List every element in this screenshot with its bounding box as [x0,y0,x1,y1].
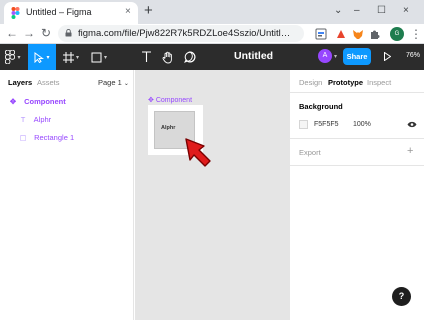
browser-tab[interactable]: Untitled – Figma × [4,2,138,24]
share-button[interactable]: Share [343,48,371,65]
divider [290,138,424,139]
browser-tab-strip: Untitled – Figma × + ⌄ – ☐ × [0,0,424,24]
close-window-icon[interactable]: × [403,4,409,18]
maximize-icon[interactable]: ☐ [377,4,386,18]
extension-red-icon[interactable] [334,27,348,41]
zoom-level[interactable]: 76% [406,52,420,59]
layer-rectangle[interactable]: ▢ Rectangle 1 [18,133,74,147]
hand-tool-button[interactable] [158,44,178,70]
browser-toolbar: ← → ↻ figma.com/file/Pjw822R7k5RDZLoe4Ss… [0,24,424,44]
frame-hash-icon [62,51,74,63]
rectangle-icon [91,52,102,62]
comment-tool-button[interactable] [180,44,200,70]
shape-tool-button[interactable]: ▾ [86,44,112,70]
minimize-icon[interactable]: – [354,4,360,18]
move-tool-button[interactable]: ▾ [28,44,56,70]
hand-icon [162,51,172,63]
layer-alphr-text[interactable]: T Alphr [18,115,51,129]
layer-label: Rectangle 1 [34,133,75,142]
metamask-icon[interactable] [351,27,365,41]
export-section-title: Export [299,148,321,157]
page-name: Page 1 [98,78,122,87]
text-layer-icon: T [20,115,26,124]
tab-design[interactable]: Design [299,78,322,87]
chevron-down-icon: ▾ [17,54,21,61]
eye-visibility-icon[interactable] [407,121,417,128]
browser-tab-title: Untitled – Figma [26,7,92,17]
layer-component[interactable]: ✥ Component [8,97,66,111]
chevron-down-icon: ▾ [75,54,79,61]
component-icon: ✥ [148,97,154,104]
rectangle-layer-icon: ▢ [19,133,27,142]
browser-profile-avatar[interactable]: G [390,27,404,41]
comment-bubble-icon [184,51,196,63]
divider [290,165,424,166]
component-icon: ✥ [9,97,17,106]
divider [290,92,424,93]
figma-logo-icon [11,7,20,19]
frame-label-text: Component [155,97,193,104]
design-canvas[interactable]: ✥ Component Alphr [135,70,289,320]
translate-icon[interactable] [314,27,328,41]
main-menu-button[interactable]: ▾ [0,44,26,70]
component-frame-label[interactable]: ✥ Component [148,96,192,104]
background-color-swatch[interactable] [299,120,308,129]
browser-menu-icon[interactable]: ⋮ [410,27,422,41]
alphr-text[interactable]: Alphr [161,125,175,131]
red-pointer-arrow-icon [185,138,211,167]
background-hex-value[interactable]: F5F5F5 [314,121,339,128]
background-opacity-value[interactable]: 100% [353,121,371,128]
cursor-arrow-icon [34,51,45,63]
tab-inspect[interactable]: Inspect [367,78,391,87]
properties-panel: Design Prototype Inspect Background F5F5… [289,70,424,320]
tab-search-icon[interactable]: ⌄ [334,4,342,18]
new-tab-button[interactable]: + [144,3,153,19]
chevron-down-icon[interactable]: ▾ [334,53,337,60]
chevron-down-icon: ▾ [46,54,50,61]
back-arrow-icon[interactable]: ← [6,26,18,41]
chevron-down-icon[interactable]: ⌄ [268,52,274,60]
chevron-down-icon: ⌄ [123,81,129,87]
add-export-plus-icon[interactable]: + [407,146,413,157]
close-tab-icon[interactable]: × [125,6,131,18]
figma-toolbar: ▾ ▾ ▾ ▾ Untitled ⌄ A ▾ Share 76% [0,44,424,70]
reload-icon[interactable]: ↻ [41,26,51,41]
tab-assets[interactable]: Assets [37,78,60,87]
user-avatar[interactable]: A [318,49,332,63]
background-section-title: Background [299,102,343,111]
layer-label: Alphr [33,115,52,124]
layers-panel: Layers Assets Page 1 ⌄ ✥ Component T Alp… [0,70,134,320]
page-selector[interactable]: Page 1 ⌄ [98,78,129,87]
lock-icon[interactable] [65,29,72,37]
present-play-icon[interactable] [384,52,391,61]
tab-prototype[interactable]: Prototype [328,78,363,87]
help-button[interactable]: ? [392,287,411,306]
puzzle-icon[interactable] [368,27,382,41]
address-bar[interactable]: figma.com/file/Pjw822R7k5RDZLoe4Sszio/Un… [58,25,304,42]
figma-menu-icon [5,50,16,64]
tab-layers[interactable]: Layers [8,78,32,87]
text-t-icon [141,51,151,62]
layer-label: Component [24,97,66,106]
url-text[interactable]: figma.com/file/Pjw822R7k5RDZLoe4Sszio/Un… [78,28,300,39]
chevron-down-icon: ▾ [103,54,107,61]
frame-tool-button[interactable]: ▾ [58,44,84,70]
text-tool-button[interactable] [136,44,156,70]
forward-arrow-icon[interactable]: → [23,26,35,41]
